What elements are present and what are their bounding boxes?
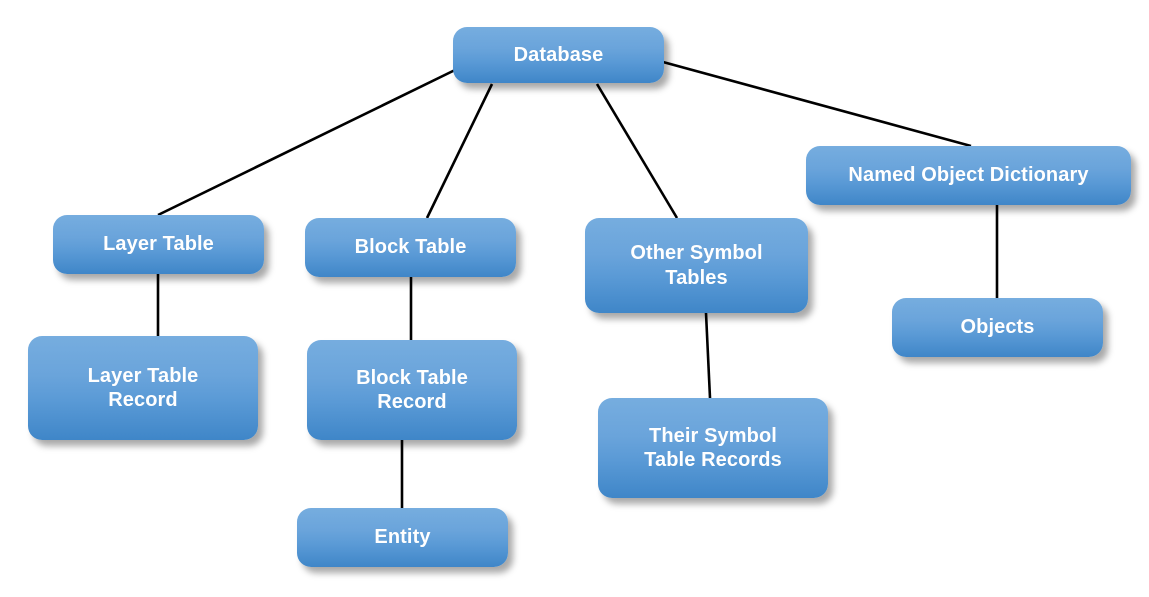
node-block-table-label: Block Table: [354, 236, 467, 259]
node-objects[interactable]: Objects: [892, 298, 1103, 357]
node-layer-table[interactable]: Layer Table: [53, 215, 264, 274]
node-layer-table-label: Layer Table: [103, 233, 214, 256]
node-other-symbol-tables[interactable]: Other Symbol Tables: [585, 218, 808, 313]
node-other-symbol-tables-label: Other Symbol Tables: [630, 242, 763, 289]
node-their-symbol-table-records[interactable]: Their Symbol Table Records: [598, 398, 828, 498]
node-named-object-dictionary[interactable]: Named Object Dictionary: [806, 146, 1131, 205]
edge-database-block-table: [425, 83, 494, 219]
diagram-canvas: Database Layer Table Block Table Other S…: [0, 0, 1149, 597]
node-block-table-record[interactable]: Block Table Record: [307, 340, 517, 440]
node-entity-label: Entity: [374, 526, 431, 549]
edge-database-other-symbol-tables: [595, 83, 679, 219]
node-layer-table-record-label: Layer Table Record: [87, 364, 199, 411]
node-objects-label: Objects: [960, 316, 1035, 339]
edge-database-named-object-dictionary: [662, 60, 972, 148]
node-block-table[interactable]: Block Table: [305, 218, 516, 277]
node-named-object-dictionary-label: Named Object Dictionary: [848, 164, 1089, 187]
node-database-label: Database: [513, 43, 604, 66]
node-layer-table-record[interactable]: Layer Table Record: [28, 336, 258, 440]
node-block-table-record-label: Block Table Record: [356, 366, 468, 413]
node-database[interactable]: Database: [453, 27, 664, 83]
edge-database-layer-table: [157, 68, 456, 217]
node-entity[interactable]: Entity: [297, 508, 508, 567]
node-their-symbol-table-records-label: Their Symbol Table Records: [644, 424, 782, 471]
edge-other-symbol-tables-their-symbol-table-records: [704, 312, 712, 399]
